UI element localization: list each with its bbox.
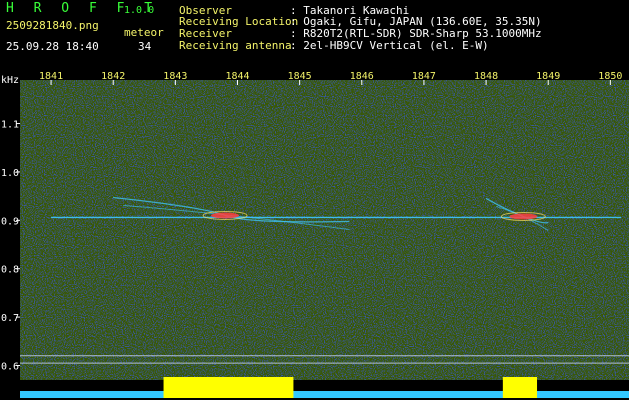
spectrogram-chart: 1841 1842 1843 1844 1845 1846 1847 1848 1849 1850… <box>1 72 629 398</box>
meteor-echo-peak <box>211 212 240 219</box>
x-tick-label: 1843 <box>163 72 187 82</box>
x-tick-label: 1841 <box>39 72 63 82</box>
y-tick-label: 0.8 <box>1 265 19 276</box>
y-tick-label: 0.7 <box>1 313 19 324</box>
date-time: 25.09.28 18:40 <box>6 40 99 53</box>
header-panel: H R O F F T 1.0.0 2509281840.png meteor … <box>0 0 629 72</box>
meteor-echo-peak <box>509 213 538 220</box>
y-tick-label: 1.0 <box>1 168 19 179</box>
y-tick-label: 0.9 <box>1 216 19 227</box>
antenna-value: : 2el-HB9CV Vertical (el. E-W) <box>290 39 489 52</box>
spectrogram-noise <box>20 80 629 380</box>
meteor-count: 34 <box>138 40 152 53</box>
x-tick-label: 1847 <box>412 72 436 82</box>
x-tick-label: 1849 <box>536 72 560 82</box>
x-tick-label: 1850 <box>598 72 622 82</box>
y-tick-label: 0.6 <box>1 361 19 372</box>
x-tick-label: 1846 <box>350 72 374 82</box>
y-axis-unit-label: kHz <box>1 75 19 86</box>
signal-strength-baseline <box>20 391 629 398</box>
meteor-label: meteor <box>124 26 164 39</box>
antenna-label: Receiving antenna <box>179 39 292 52</box>
x-tick-label: 1848 <box>474 72 498 82</box>
y-tick-label: 1.1 <box>1 120 19 131</box>
x-tick-label: 1842 <box>101 72 125 82</box>
x-tick-label: 1845 <box>288 72 312 82</box>
file-name: 2509281840.png <box>6 19 99 32</box>
signal-strength-bar <box>163 377 294 398</box>
x-tick-label: 1844 <box>225 72 249 82</box>
app-version: 1.0.0 <box>124 5 155 16</box>
signal-strength-bar <box>502 377 538 398</box>
